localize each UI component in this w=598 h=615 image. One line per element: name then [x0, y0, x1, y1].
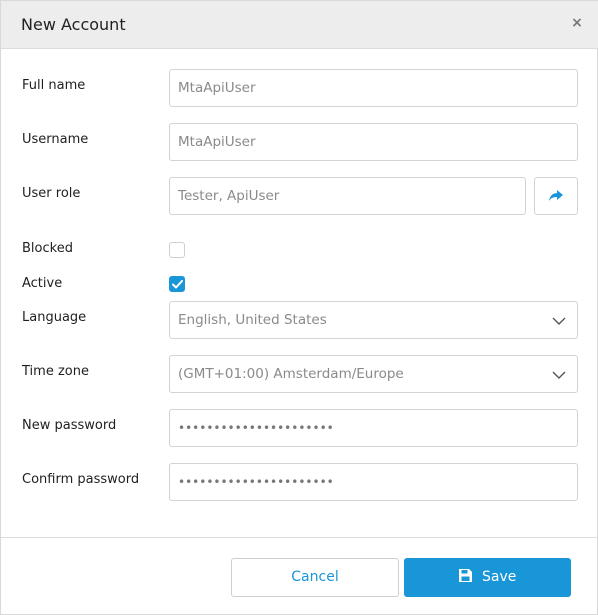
- checkmark-icon: [172, 280, 183, 289]
- active-checkbox[interactable]: [169, 276, 185, 292]
- chevron-down-icon: [552, 317, 566, 325]
- time-zone-label: Time zone: [22, 364, 89, 379]
- save-button[interactable]: Save: [404, 558, 571, 597]
- username-label: Username: [22, 132, 89, 147]
- share-arrow-icon: [549, 190, 563, 201]
- footer-divider: [1, 537, 598, 538]
- floppy-disk-icon: [458, 569, 472, 582]
- time-zone-value: (GMT+01:00) Amsterdam/Europe: [178, 366, 404, 382]
- language-select[interactable]: English, United States: [169, 301, 578, 339]
- full-name-label: Full name: [22, 78, 86, 93]
- blocked-checkbox[interactable]: [169, 242, 185, 258]
- close-icon[interactable]: ×: [569, 14, 585, 32]
- user-role-input[interactable]: Tester, ApiUser: [169, 177, 526, 215]
- cancel-button[interactable]: Cancel: [231, 558, 399, 597]
- new-password-value: ••••••••••••••••••••••: [178, 421, 334, 435]
- time-zone-select[interactable]: (GMT+01:00) Amsterdam/Europe: [169, 355, 578, 393]
- confirm-password-label: Confirm password: [22, 472, 140, 487]
- confirm-password-value: ••••••••••••••••••••••: [178, 475, 334, 489]
- username-input[interactable]: MtaApiUser: [169, 123, 578, 161]
- dialog-title: New Account: [21, 15, 126, 34]
- new-password-input[interactable]: ••••••••••••••••••••••: [169, 409, 578, 447]
- blocked-label: Blocked: [22, 241, 73, 256]
- language-value: English, United States: [178, 312, 327, 328]
- user-role-label: User role: [22, 186, 81, 201]
- language-label: Language: [22, 310, 87, 325]
- confirm-password-input[interactable]: ••••••••••••••••••••••: [169, 463, 578, 501]
- active-label: Active: [22, 276, 63, 291]
- chevron-down-icon: [552, 371, 566, 379]
- new-account-dialog: New Account × Full name MtaApiUser Usern…: [0, 0, 598, 615]
- save-label: Save: [482, 569, 517, 585]
- new-password-label: New password: [22, 418, 117, 433]
- full-name-input[interactable]: MtaApiUser: [169, 69, 578, 107]
- dialog-header: New Account ×: [1, 1, 598, 49]
- user-role-select-button[interactable]: [534, 177, 578, 215]
